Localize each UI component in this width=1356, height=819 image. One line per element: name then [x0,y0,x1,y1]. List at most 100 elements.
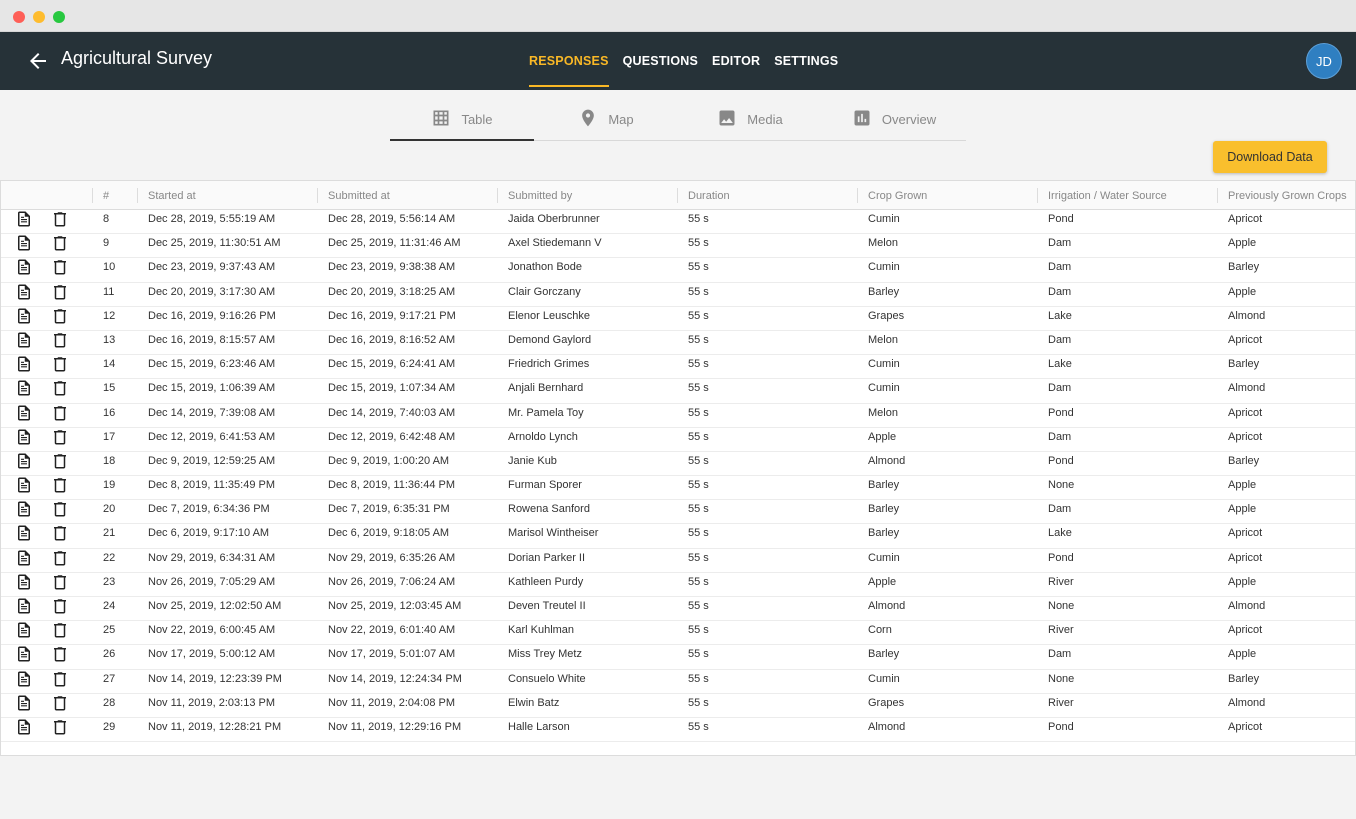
delete-trash-icon[interactable] [51,524,69,542]
download-data-button[interactable]: Download Data [1213,141,1327,173]
delete-trash-icon[interactable] [51,621,69,639]
view-document-icon[interactable] [15,234,33,252]
table-row[interactable]: 11 Dec 20, 2019, 3:17:30 AM Dec 20, 2019, … [1,283,1355,307]
view-document-icon[interactable] [15,621,33,639]
table-row[interactable]: 22 Nov 29, 2019, 6:34:31 AM Nov 29, 2019, … [1,549,1355,573]
previous-crops-cell: Apple [1228,479,1257,492]
previous-crops-cell: Apple [1228,237,1257,250]
table-row[interactable]: 16 Dec 14, 2019, 7:39:08 AM Dec 14, 2019, … [1,404,1355,428]
tab-table[interactable]: Table [390,98,534,141]
table-row[interactable]: 15 Dec 15, 2019, 1:06:39 AM Dec 15, 2019, … [1,379,1355,404]
column-header[interactable]: # [103,181,109,210]
column-header[interactable]: Crop Grown [857,181,927,210]
crop-grown-cell: Melon [868,333,898,346]
table-row[interactable]: 14 Dec 15, 2019, 6:23:46 AM Dec 15, 2019, … [1,355,1355,380]
delete-trash-icon[interactable] [51,331,69,349]
table-row[interactable]: 21 Dec 6, 2019, 9:17:10 AM Dec 6, 2019, 9:… [1,524,1355,549]
view-document-icon[interactable] [15,694,33,712]
tab-map[interactable]: Map [534,98,678,140]
image-icon [717,108,737,131]
delete-trash-icon[interactable] [51,210,69,228]
row-number-cell: 26 [103,648,116,661]
column-header[interactable]: Irrigation / Water Source [1037,181,1167,210]
irrigation-source-cell: River [1048,575,1074,588]
nav-settings[interactable]: SETTINGS [767,32,845,90]
previous-crops-cell: Apricot [1228,406,1263,419]
crop-grown-cell: Almond [868,454,906,467]
tab-overview[interactable]: Overview [822,98,966,140]
view-document-icon[interactable] [15,331,33,349]
table-row[interactable]: 8 Dec 28, 2019, 5:55:19 AM Dec 28, 2019, 5… [1,210,1355,235]
table-row[interactable]: 23 Nov 26, 2019, 7:05:29 AM Nov 26, 2019, … [1,573,1355,597]
nav-responses[interactable]: RESPONSES [522,32,616,90]
view-document-icon[interactable] [15,500,33,518]
column-header[interactable]: Submitted by [497,181,572,210]
view-document-icon[interactable] [15,258,33,276]
table-row[interactable]: 20 Dec 7, 2019, 6:34:36 PM Dec 7, 2019, 6:… [1,500,1355,525]
table-row[interactable]: 26 Nov 17, 2019, 5:00:12 AM Nov 17, 2019, … [1,645,1355,670]
table-row[interactable]: 12 Dec 16, 2019, 9:16:26 PM Dec 16, 2019, … [1,307,1355,331]
delete-trash-icon[interactable] [51,573,69,591]
submitted-at-cell: Dec 16, 2019, 9:17:21 PM [328,309,456,322]
user-avatar[interactable]: JD [1306,43,1342,79]
table-row[interactable]: 17 Dec 12, 2019, 6:41:53 AM Dec 12, 2019, … [1,428,1355,452]
delete-trash-icon[interactable] [51,597,69,615]
column-header[interactable]: Duration [677,181,730,210]
table-row[interactable]: 19 Dec 8, 2019, 11:35:49 PM Dec 8, 2019, 1… [1,476,1355,501]
delete-trash-icon[interactable] [51,283,69,301]
table-row[interactable]: 28 Nov 11, 2019, 2:03:13 PM Nov 11, 2019, … [1,694,1355,718]
nav-editor[interactable]: EDITOR [705,32,767,90]
tab-media[interactable]: Media [678,98,822,140]
view-document-icon[interactable] [15,476,33,494]
view-document-icon[interactable] [15,670,33,688]
nav-questions[interactable]: QUESTIONS [616,32,705,90]
delete-trash-icon[interactable] [51,307,69,325]
view-document-icon[interactable] [15,379,33,397]
table-row[interactable]: 18 Dec 9, 2019, 12:59:25 AM Dec 9, 2019, 1… [1,452,1355,477]
delete-trash-icon[interactable] [51,694,69,712]
delete-trash-icon[interactable] [51,645,69,663]
view-document-icon[interactable] [15,718,33,736]
table-row[interactable]: 10 Dec 23, 2019, 9:37:43 AM Dec 23, 2019, … [1,258,1355,283]
column-header[interactable]: Previously Grown Crops [1217,181,1347,210]
view-document-icon[interactable] [15,404,33,422]
table-row[interactable]: 9 Dec 25, 2019, 11:30:51 AM Dec 25, 2019, … [1,234,1355,259]
delete-trash-icon[interactable] [51,549,69,567]
close-window-button[interactable] [13,11,25,23]
view-document-icon[interactable] [15,524,33,542]
minimize-window-button[interactable] [33,11,45,23]
view-document-icon[interactable] [15,573,33,591]
view-document-icon[interactable] [15,428,33,446]
table-row[interactable]: 24 Nov 25, 2019, 12:02:50 AM Nov 25, 2019,… [1,597,1355,622]
table-row[interactable]: 27 Nov 14, 2019, 12:23:39 PM Nov 14, 2019,… [1,670,1355,694]
delete-trash-icon[interactable] [51,428,69,446]
table-row[interactable]: 13 Dec 16, 2019, 8:15:57 AM Dec 16, 2019, … [1,331,1355,356]
delete-trash-icon[interactable] [51,476,69,494]
previous-crops-cell: Barley [1228,672,1260,685]
row-number-cell: 14 [103,358,116,371]
back-arrow-icon[interactable] [26,49,50,73]
maximize-window-button[interactable] [53,11,65,23]
delete-trash-icon[interactable] [51,718,69,736]
delete-trash-icon[interactable] [51,234,69,252]
view-document-icon[interactable] [15,549,33,567]
column-header[interactable]: Started at [137,181,196,210]
delete-trash-icon[interactable] [51,379,69,397]
table-row[interactable]: 29 Nov 11, 2019, 12:28:21 PM Nov 11, 2019,… [1,718,1355,743]
column-header[interactable]: Submitted at [317,181,390,210]
submitted-at-cell: Dec 23, 2019, 9:38:38 AM [328,261,456,274]
delete-trash-icon[interactable] [51,500,69,518]
view-document-icon[interactable] [15,355,33,373]
view-document-icon[interactable] [15,307,33,325]
delete-trash-icon[interactable] [51,355,69,373]
view-document-icon[interactable] [15,452,33,470]
delete-trash-icon[interactable] [51,670,69,688]
view-document-icon[interactable] [15,210,33,228]
table-row[interactable]: 25 Nov 22, 2019, 6:00:45 AM Nov 22, 2019, … [1,621,1355,646]
view-document-icon[interactable] [15,283,33,301]
delete-trash-icon[interactable] [51,404,69,422]
view-document-icon[interactable] [15,645,33,663]
view-document-icon[interactable] [15,597,33,615]
delete-trash-icon[interactable] [51,452,69,470]
delete-trash-icon[interactable] [51,258,69,276]
